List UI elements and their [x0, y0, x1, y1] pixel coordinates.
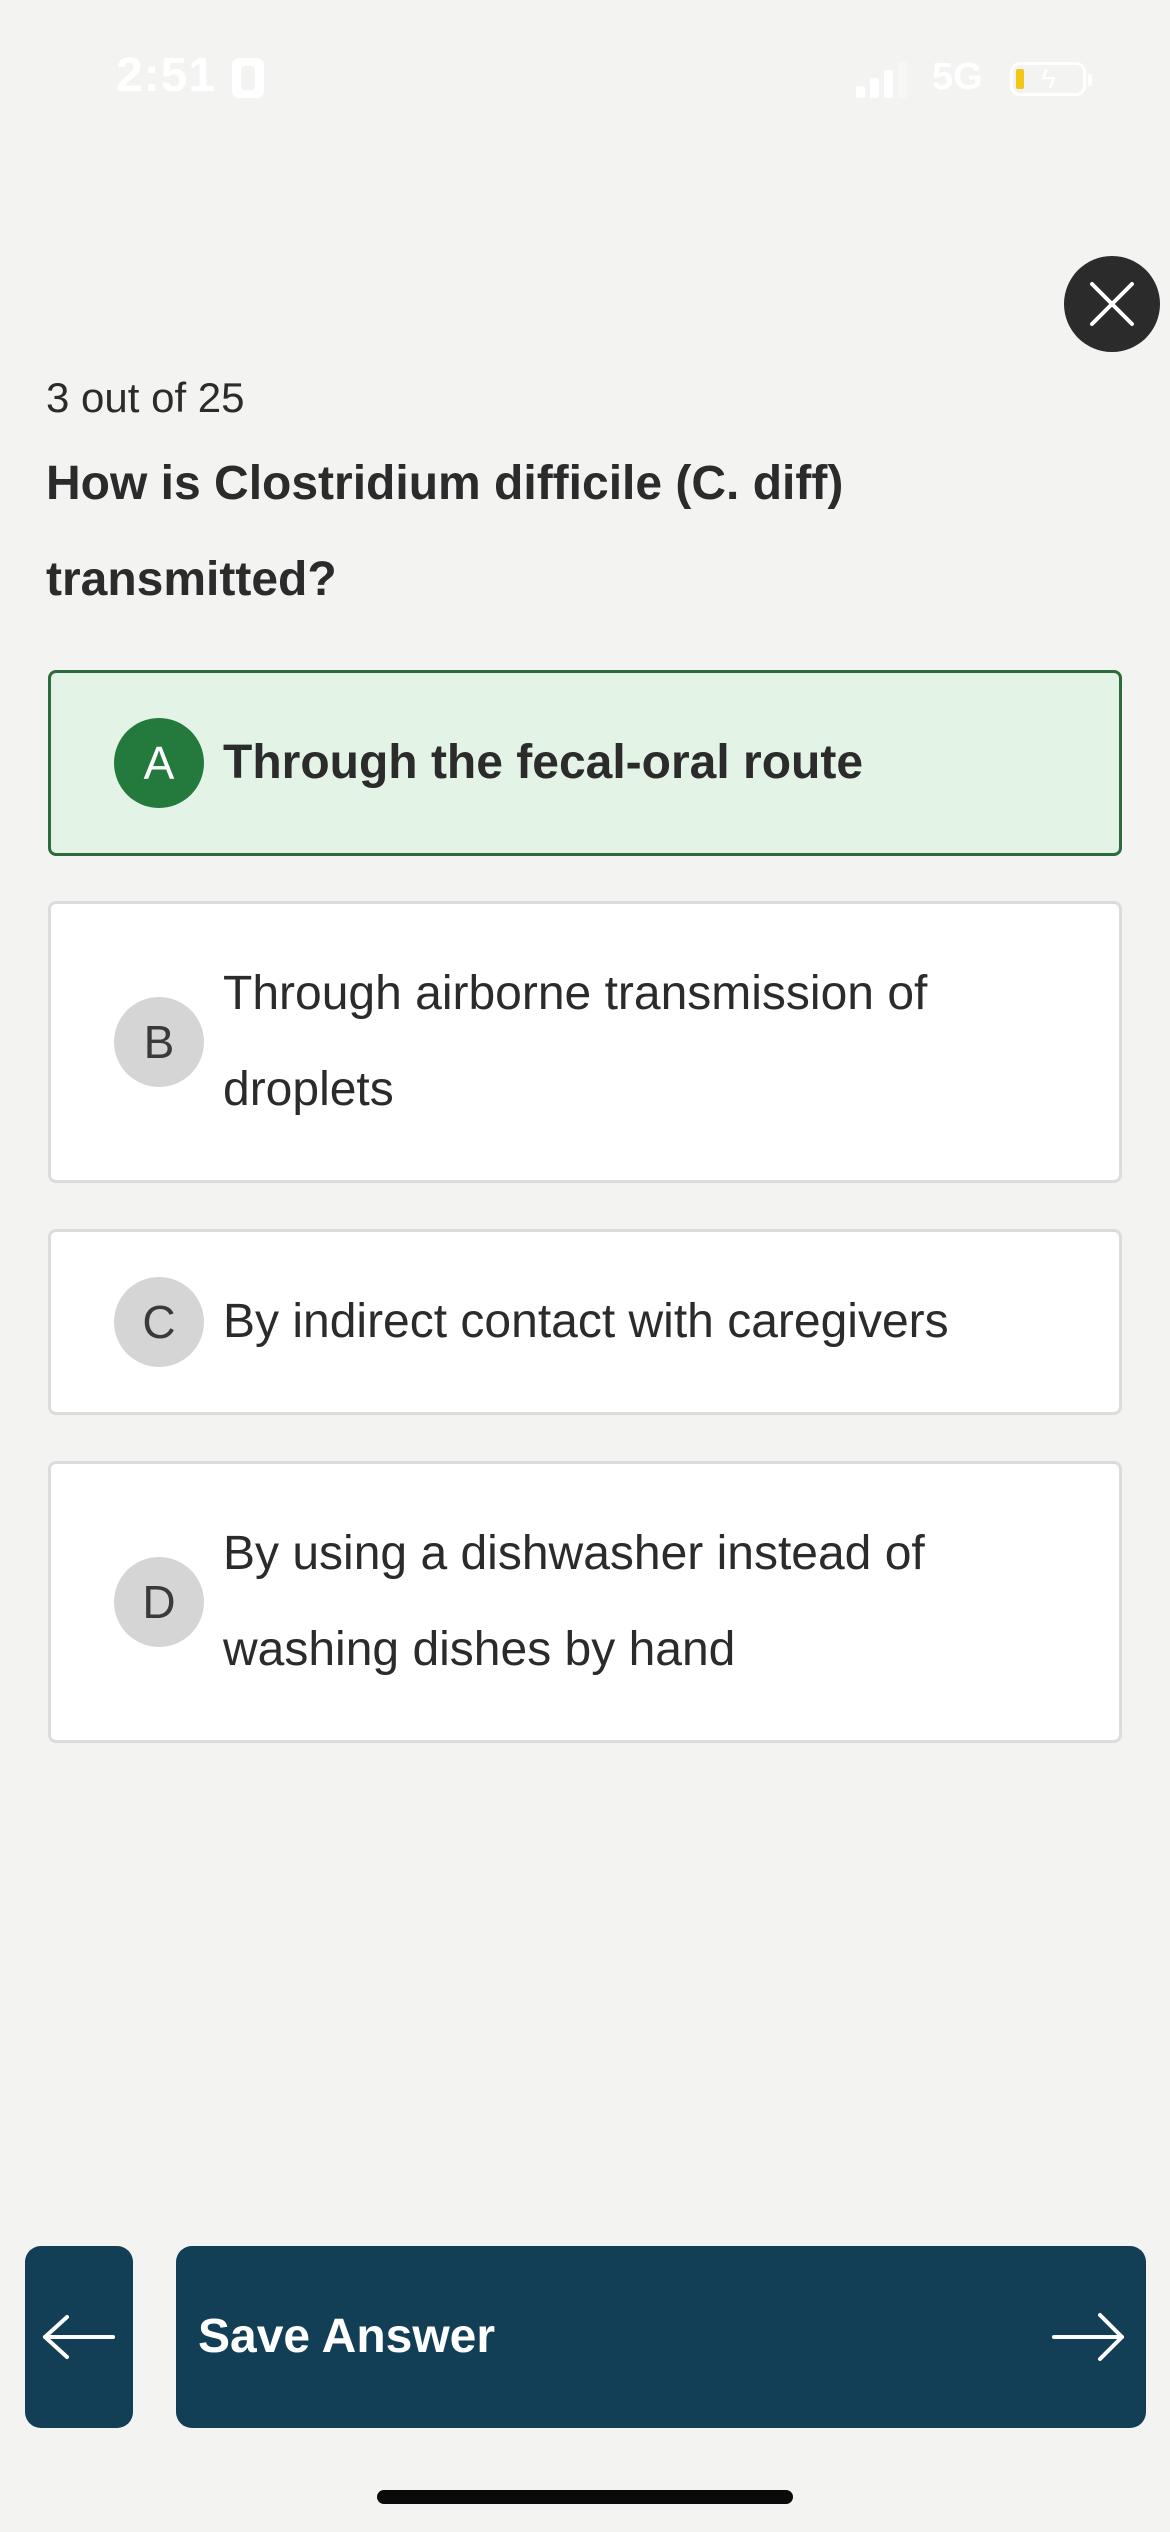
question-text: How is Clostridium difficile (C. diff) t… [46, 457, 844, 606]
contact-card-icon [232, 58, 264, 98]
home-indicator [377, 2490, 793, 2504]
question-progress: 3 out of 25 [46, 374, 245, 421]
status-time: 2:51 [116, 49, 217, 102]
back-button[interactable] [25, 2246, 133, 2428]
close-icon [1090, 282, 1134, 326]
option-letter: B [114, 997, 204, 1087]
option-text: Through airborne transmission of droplet… [223, 967, 928, 1116]
option-text: By indirect contact with caregivers [223, 1295, 949, 1348]
option-c[interactable]: C By indirect contact with caregivers [48, 1229, 1122, 1415]
network-type: 5G [932, 56, 983, 98]
option-text: By using a dishwasher instead of washing… [223, 1527, 925, 1676]
battery-icon: ϟ [1010, 62, 1092, 96]
close-button[interactable] [1064, 256, 1160, 352]
save-answer-label: Save Answer [198, 2310, 496, 2363]
signal-icon [856, 62, 912, 98]
quiz-screen: 2:51 5G ϟ 3 out of 25 How is Clostridium… [0, 0, 1170, 2532]
option-text: Through the fecal-oral route [223, 736, 864, 789]
save-answer-button[interactable]: Save Answer [176, 2246, 1146, 2428]
arrow-left-icon [43, 2315, 115, 2359]
option-d[interactable]: D By using a dishwasher instead of washi… [48, 1461, 1122, 1743]
option-b[interactable]: B Through airborne transmission of dropl… [48, 901, 1122, 1183]
arrow-right-icon [1052, 2313, 1124, 2361]
option-letter: D [114, 1557, 204, 1647]
option-letter: A [114, 718, 204, 808]
option-a[interactable]: A Through the fecal-oral route [48, 670, 1122, 856]
option-letter: C [114, 1277, 204, 1367]
